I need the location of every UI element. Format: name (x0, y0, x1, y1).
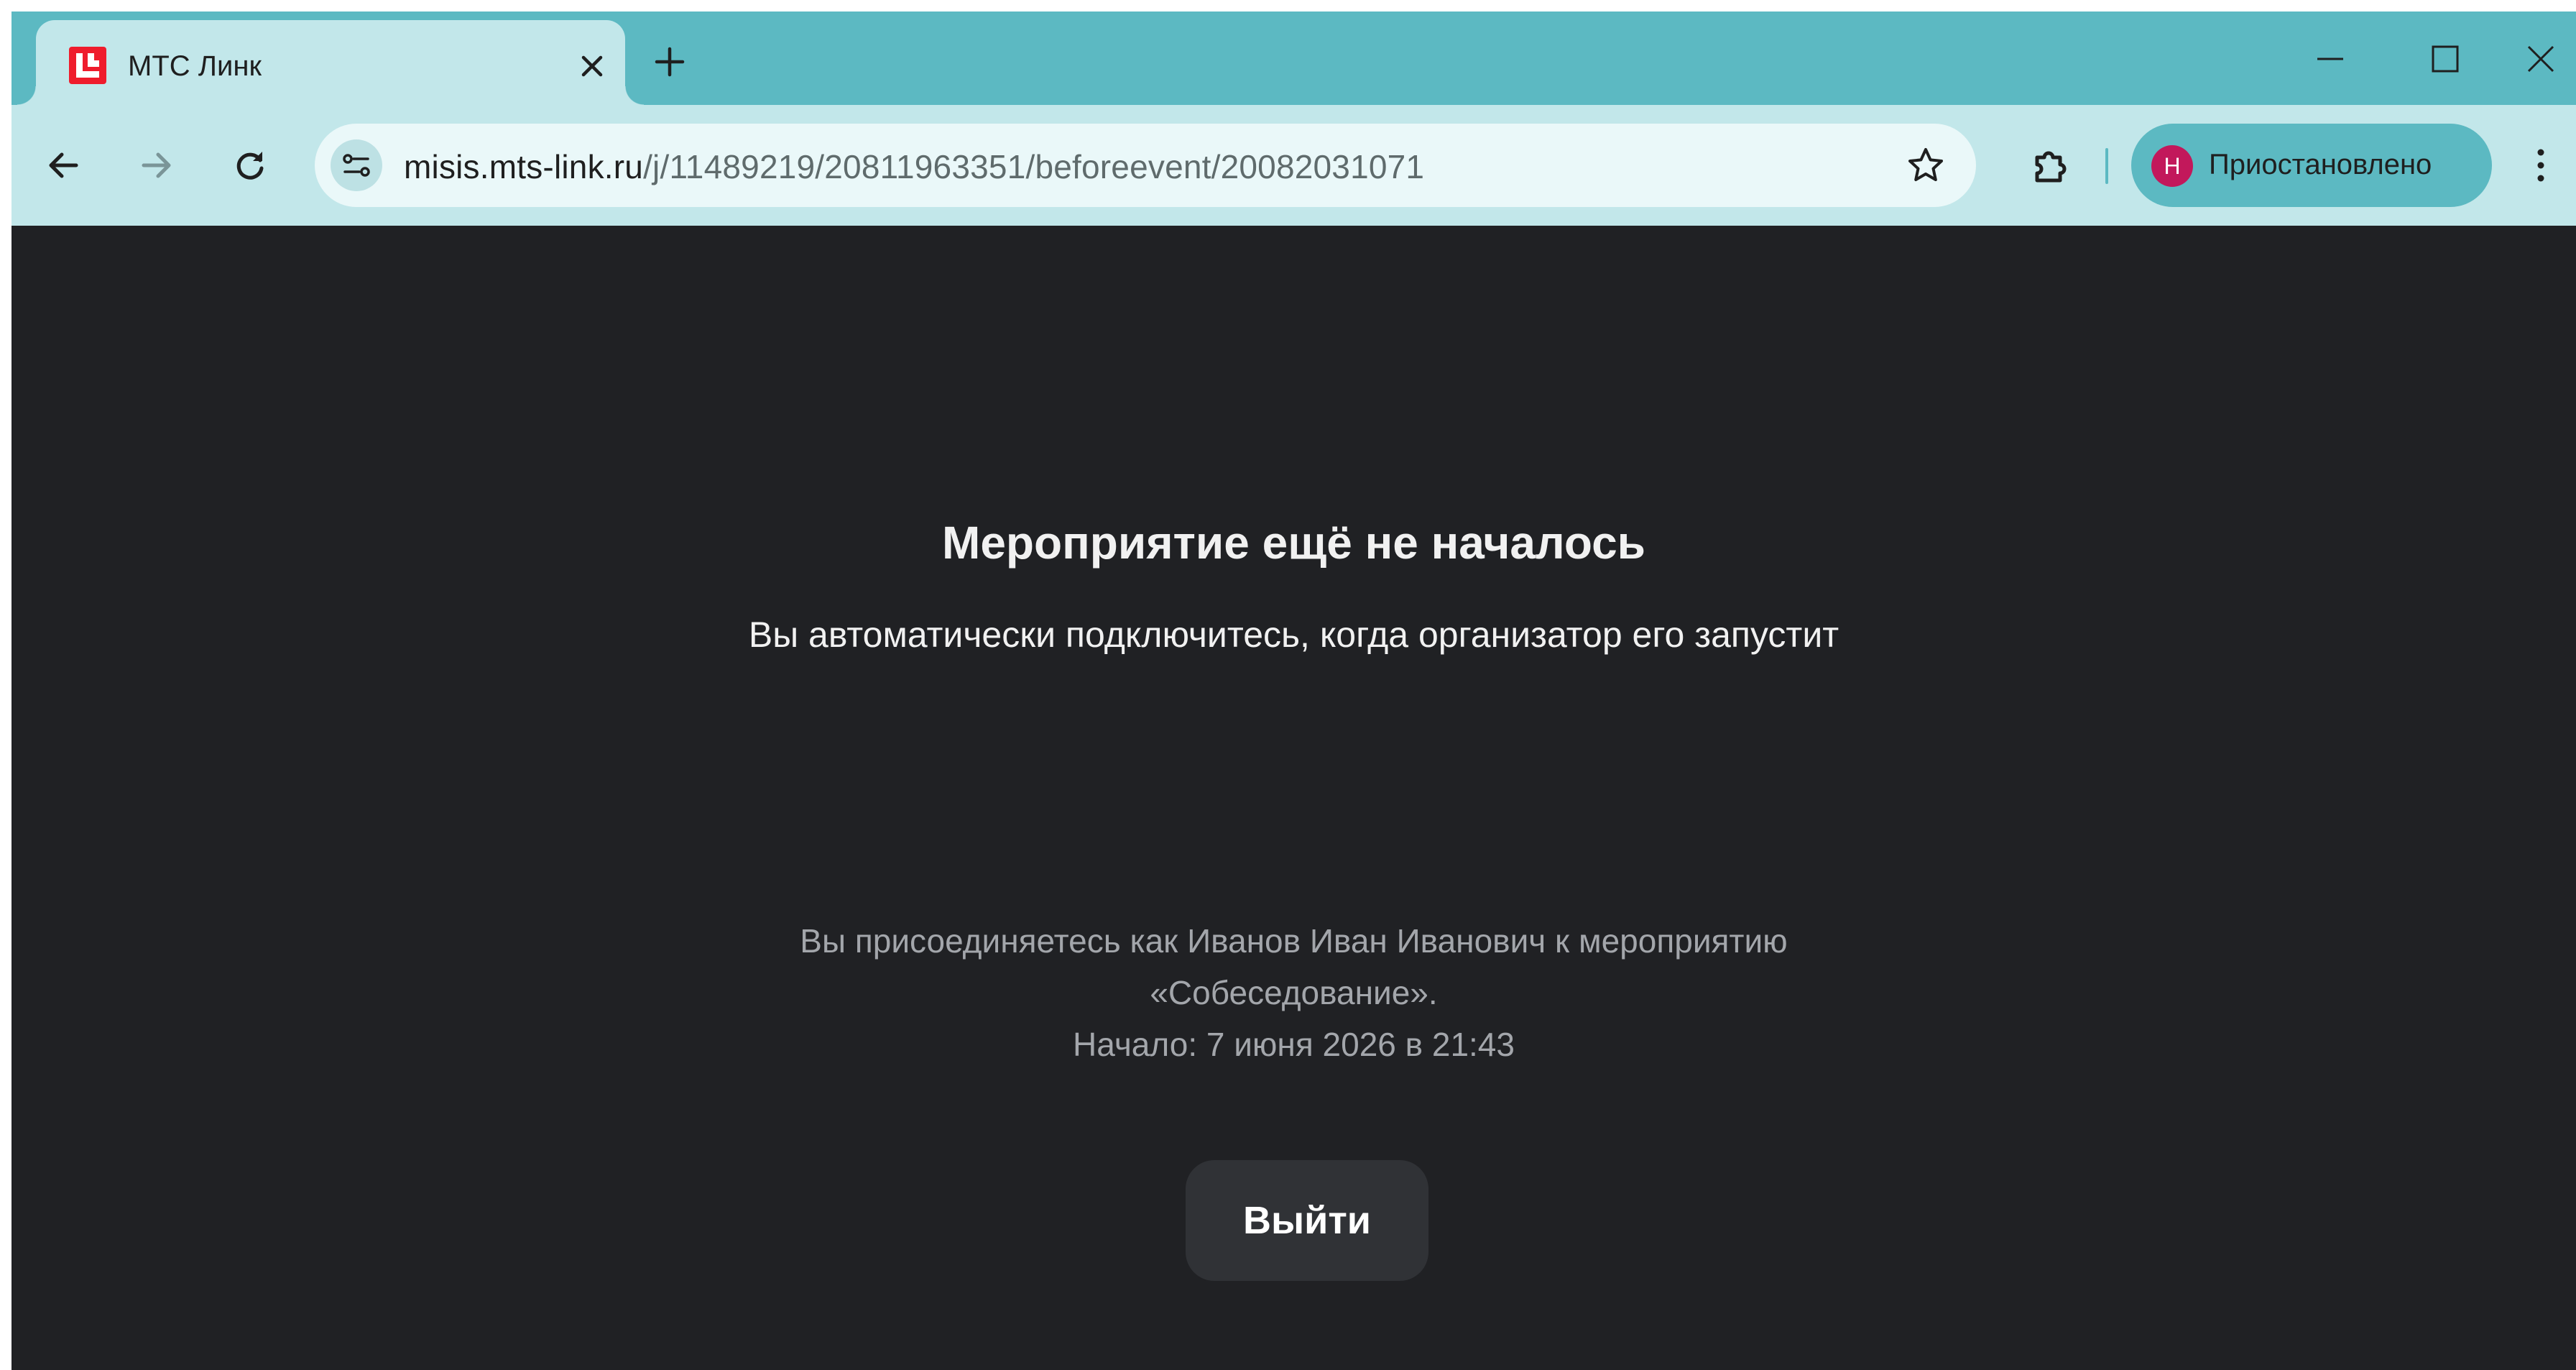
event-name-line: «Собеседование». (1150, 974, 1438, 1011)
exit-button[interactable]: Выйти (1186, 1160, 1428, 1281)
close-window-icon (2527, 45, 2554, 73)
url-path: /j/11489219/20811963351/beforeevent/2008… (643, 148, 1425, 185)
tune-icon (343, 154, 370, 177)
extensions-button[interactable] (2021, 135, 2081, 196)
profile-status-label: Приостановлено (2209, 149, 2432, 180)
close-icon (581, 55, 603, 77)
forward-button[interactable] (126, 135, 187, 196)
reload-icon (236, 152, 264, 180)
profile-button[interactable]: Н Приостановлено (2131, 124, 2492, 207)
browser-toolbar: misis.mts-link.ru/j/11489219/20811963351… (11, 105, 2576, 226)
mts-link-favicon-icon (69, 47, 106, 84)
plus-icon (655, 47, 685, 77)
bookmark-button[interactable] (1903, 142, 1949, 188)
arrow-right-icon (142, 152, 171, 178)
avatar: Н (2151, 145, 2193, 187)
reload-button[interactable] (220, 135, 280, 196)
browser-window: МТС Линк misis.mts-link.ru/j/11489219/20… (11, 12, 2576, 1370)
url-host: misis.mts-link.ru (404, 148, 644, 185)
arrow-left-icon (49, 152, 78, 178)
toolbar-separator (2105, 148, 2108, 184)
browser-menu-button[interactable] (2515, 135, 2567, 196)
minimize-button[interactable] (2284, 23, 2377, 95)
back-button[interactable] (33, 135, 93, 196)
tab-title: МТС Линк (128, 50, 262, 82)
new-tab-button[interactable] (644, 36, 696, 88)
event-start-line: Начало: 7 июня 2026 в 21:43 (1073, 1026, 1515, 1063)
page-subtitle: Вы автоматически подключитесь, когда орг… (748, 615, 1839, 655)
maximize-button[interactable] (2399, 23, 2492, 95)
minimize-icon (2317, 58, 2343, 60)
page-content: Мероприятие ещё не началось Вы автоматич… (11, 226, 2576, 1370)
puzzle-icon (2035, 151, 2067, 183)
tab-close-button[interactable] (571, 45, 614, 88)
more-vert-icon (2537, 149, 2544, 182)
close-window-button[interactable] (2505, 23, 2576, 95)
site-info-button[interactable] (331, 139, 382, 191)
tab-strip: МТС Линк (11, 12, 2576, 105)
url-text[interactable]: misis.mts-link.ru/j/11489219/20811963351… (404, 147, 1424, 186)
maximize-icon (2432, 45, 2459, 73)
star-icon (1908, 148, 1943, 181)
page-title: Мероприятие ещё не началось (942, 517, 1645, 569)
address-bar[interactable]: misis.mts-link.ru/j/11489219/20811963351… (315, 124, 1976, 207)
tab-active[interactable]: МТС Линк (17, 20, 644, 105)
join-info-line: Вы присоединяетесь как Иванов Иван Ивано… (800, 922, 1788, 960)
